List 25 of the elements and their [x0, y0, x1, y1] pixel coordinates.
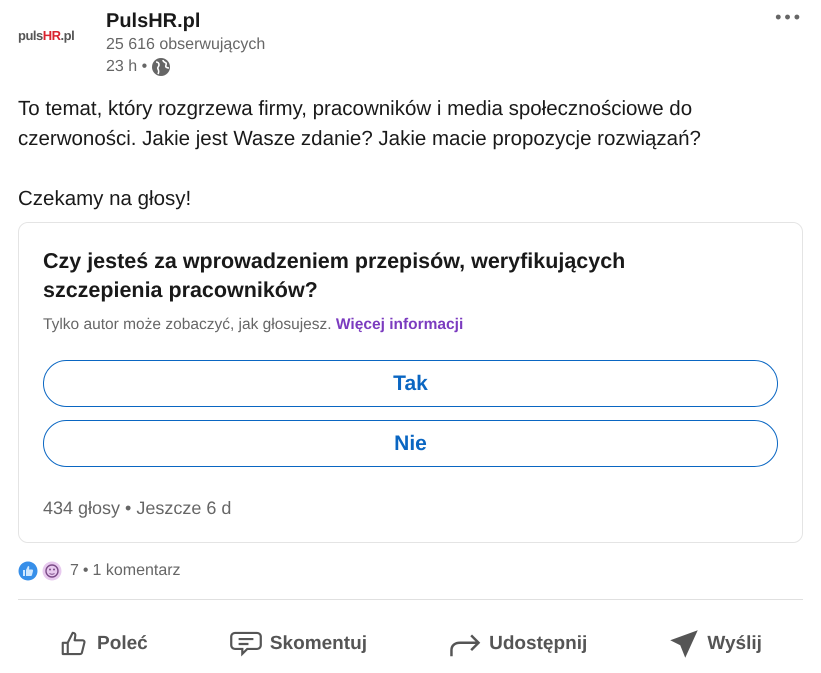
action-button[interactable]: Udostępnij	[443, 629, 594, 660]
action-button[interactable]: Wyślij	[663, 628, 768, 660]
company-logo[interactable]: pulsHR.pl	[18, 26, 74, 46]
poll-option-button[interactable]: Tak	[43, 360, 778, 408]
post-text: Czekamy na głosy!	[18, 186, 192, 212]
privacy-note: Tylko autor może zobaczyć, jak głosujesz.	[43, 316, 332, 333]
like-reaction-icon	[18, 561, 38, 582]
poll-option-button[interactable]: Nie	[43, 420, 778, 468]
emoji-reaction-icon	[42, 561, 62, 582]
poll-question: Czy jesteś za wprowadzeniem przepisów, weryfikujących szczepienia pracowników?	[43, 248, 626, 304]
author-name[interactable]: PulsHR.pl	[106, 8, 776, 34]
separator-dot: •	[82, 561, 89, 582]
globe-icon	[151, 57, 172, 77]
poll-summary: 434 głosy • Jeszcze 6 d	[43, 497, 232, 520]
follower-count: 25 616 obserwujących	[106, 35, 266, 55]
more-info-link[interactable]: Więcej informacji	[336, 316, 464, 333]
post-text: To temat, który rozgrzewa firmy, pracowników i media społecznościowe do czerwoności. Jakie jest Wasze zdanie? Jakie macie propozycje rozwiązań?	[18, 96, 702, 152]
post-time: 23 h •	[106, 57, 148, 77]
speech-bubble-icon	[230, 629, 262, 660]
action-button[interactable]: Skomentuj	[224, 628, 373, 660]
reaction-count[interactable]: 7	[70, 559, 79, 584]
comment-count[interactable]: 1 komentarz	[92, 559, 181, 584]
paper-plane-icon	[669, 629, 700, 660]
action-button[interactable]: Poleć	[53, 628, 154, 660]
more-menu-button[interactable]: •••	[775, 8, 803, 26]
